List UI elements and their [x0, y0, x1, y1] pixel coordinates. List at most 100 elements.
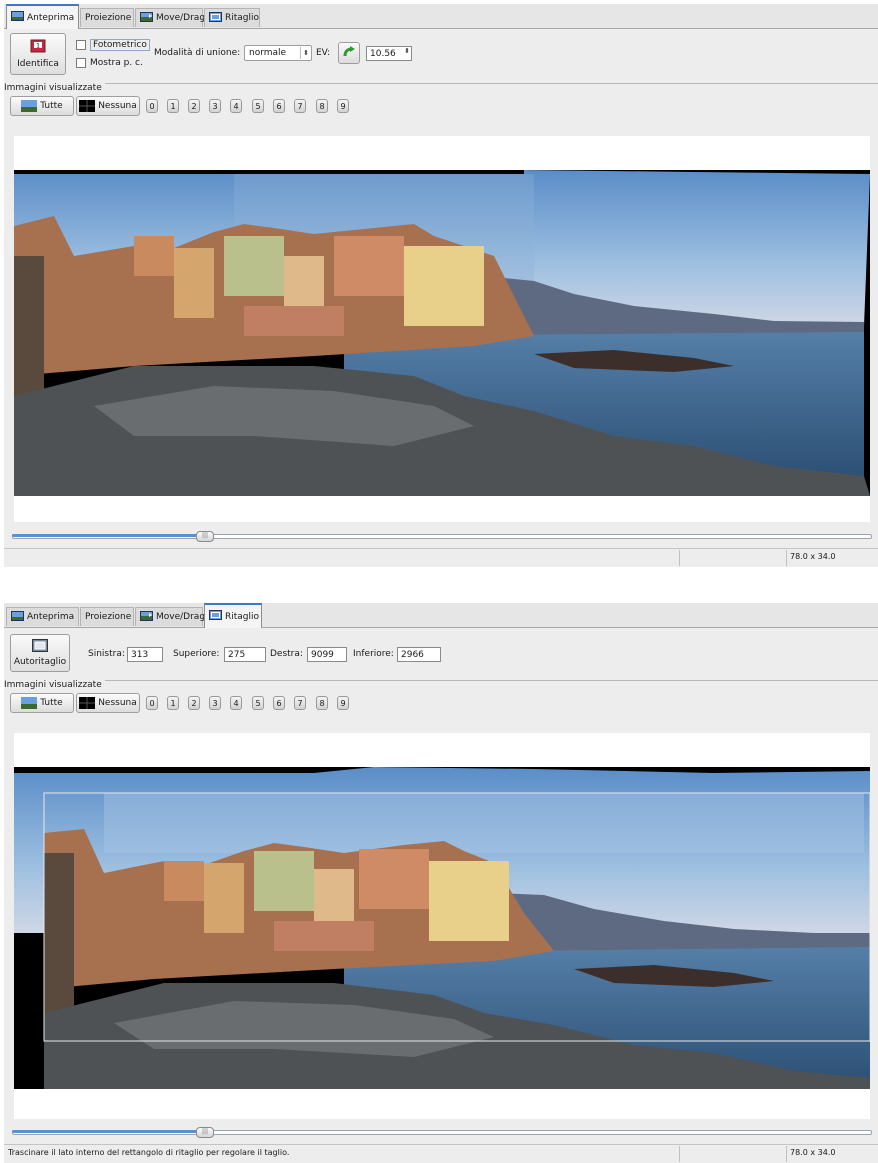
blend-mode-select[interactable]: normale ⬍: [244, 45, 312, 61]
status-message: Trascinare il lato interno del rettangol…: [8, 1148, 290, 1157]
tab-move-drag[interactable]: Move/Drag: [135, 607, 205, 626]
tab-label: Anteprima: [27, 12, 75, 23]
crop-top-label: Superiore:: [173, 649, 220, 659]
show-all-button[interactable]: Tutte: [10, 96, 74, 116]
slider-fill: [12, 534, 202, 537]
image-toggle-5[interactable]: 5: [252, 696, 264, 710]
tab-anteprima[interactable]: Anteprima: [6, 607, 79, 626]
show-none-button[interactable]: Nessuna: [76, 96, 140, 116]
identify-label: Identifica: [17, 59, 59, 69]
slider-thumb[interactable]: |||: [196, 531, 214, 542]
preview-window-top: Anteprima Proiezione Move/Drag Ritaglio …: [4, 4, 878, 567]
image-toggle-7[interactable]: 7: [294, 99, 306, 113]
crop-toolbar: Autoritaglio Sinistra: 313 Superiore: 27…: [4, 628, 878, 678]
preview-icon: [11, 11, 24, 24]
image-toggle-8[interactable]: 8: [316, 99, 328, 113]
image-toggle-3[interactable]: 3: [209, 99, 221, 113]
tab-label: Ritaglio: [225, 13, 260, 23]
image-toggle-6[interactable]: 6: [273, 99, 285, 113]
checkbox-box[interactable]: [76, 58, 86, 68]
tab-anteprima[interactable]: Anteprima: [6, 4, 79, 29]
crop-bottom-value: 2966: [401, 649, 424, 660]
status-divider: [786, 1146, 787, 1162]
show-all-label: Tutte: [40, 101, 63, 111]
tab-label: Proiezione: [85, 612, 132, 622]
autocrop-button[interactable]: Autoritaglio: [10, 634, 70, 672]
panorama-image: [14, 733, 870, 1119]
crop-icon: [209, 11, 222, 25]
image-toggle-6[interactable]: 6: [273, 696, 285, 710]
crop-right-field[interactable]: 9099: [307, 647, 347, 662]
preview-icon: [11, 610, 24, 624]
image-toggle-0[interactable]: 0: [146, 696, 158, 710]
crop-right-label: Destra:: [270, 649, 303, 659]
image-toggle-7[interactable]: 7: [294, 696, 306, 710]
photometric-checkbox[interactable]: Fotometrico: [76, 39, 150, 51]
image-toggle-2[interactable]: 2: [188, 696, 200, 710]
identify-icon: 1: [30, 39, 46, 56]
image-toggle-9[interactable]: 9: [337, 696, 349, 710]
checkbox-box[interactable]: [76, 40, 86, 50]
show-none-label: Nessuna: [98, 698, 137, 708]
image-toggle-5[interactable]: 5: [252, 99, 264, 113]
crop-top-field[interactable]: 275: [224, 647, 266, 662]
photometric-label: Fotometrico: [90, 39, 150, 51]
ev-value: 10.56: [370, 48, 396, 59]
move-icon: [140, 11, 153, 25]
show-cp-checkbox[interactable]: Mostra p. c.: [76, 58, 143, 68]
no-images-icon: [79, 697, 96, 709]
all-images-icon: [21, 697, 38, 709]
image-toggle-3[interactable]: 3: [209, 696, 221, 710]
image-toggle-1[interactable]: 1: [167, 696, 179, 710]
slider-thumb[interactable]: |||: [196, 1127, 214, 1138]
tab-proiezione[interactable]: Proiezione: [80, 8, 134, 27]
displayed-images-section: Immagini visualizzate Tutte Nessuna 0 1 …: [4, 680, 878, 717]
blend-mode-label: Modalità di unione:: [154, 48, 241, 58]
crop-right-value: 9099: [311, 649, 334, 660]
crop-preview-canvas[interactable]: [14, 733, 870, 1119]
spin-arrows-icon: ⬍: [300, 47, 309, 59]
preview-window-bottom: Anteprima Proiezione Move/Drag Ritaglio …: [4, 603, 878, 1163]
image-toggle-9[interactable]: 9: [337, 99, 349, 113]
zoom-slider[interactable]: |||: [12, 1127, 872, 1138]
preview-toolbar: 1 Identifica Fotometrico Mostra p. c. Mo…: [4, 29, 878, 81]
image-toggle-4[interactable]: 4: [230, 696, 242, 710]
image-toggle-1[interactable]: 1: [167, 99, 179, 113]
move-icon: [140, 610, 153, 624]
zoom-slider[interactable]: |||: [12, 531, 872, 542]
blend-mode-value: normale: [249, 48, 287, 58]
image-toggle-2[interactable]: 2: [188, 99, 200, 113]
panorama-image: [14, 136, 870, 522]
tab-move-drag[interactable]: Move/Drag: [135, 8, 206, 27]
image-toggle-4[interactable]: 4: [230, 99, 242, 113]
tab-label: Move/Drag: [156, 13, 206, 23]
crop-bottom-field[interactable]: 2966: [397, 647, 441, 662]
status-bar: 78.0 x 34.0: [4, 548, 878, 567]
crop-left-value: 313: [131, 649, 149, 660]
displayed-images-title: Immagini visualizzate: [4, 680, 105, 690]
ev-spinbox[interactable]: 10.56 ⬍: [366, 46, 412, 61]
show-all-button[interactable]: Tutte: [10, 693, 74, 713]
autocrop-label: Autoritaglio: [13, 657, 67, 667]
image-toggle-8[interactable]: 8: [316, 696, 328, 710]
tab-label: Proiezione: [85, 13, 132, 23]
crop-left-field[interactable]: 313: [127, 647, 163, 662]
all-images-icon: [21, 100, 38, 112]
crop-left-label: Sinistra:: [88, 649, 125, 659]
autocrop-icon: [32, 639, 48, 655]
tab-label: Ritaglio: [225, 611, 260, 622]
spin-arrows-icon[interactable]: ⬍: [404, 47, 410, 55]
image-toggle-0[interactable]: 0: [146, 99, 158, 113]
tab-ritaglio[interactable]: Ritaglio: [204, 603, 262, 628]
show-none-button[interactable]: Nessuna: [76, 693, 140, 713]
panorama-preview-canvas[interactable]: [14, 136, 870, 522]
slider-fill: [12, 1130, 202, 1133]
tab-ritaglio[interactable]: Ritaglio: [204, 8, 260, 27]
identify-button[interactable]: 1 Identifica: [10, 33, 66, 75]
crop-icon: [209, 610, 222, 623]
reset-ev-button[interactable]: [338, 42, 360, 64]
no-images-icon: [79, 100, 96, 112]
status-dimensions: 78.0 x 34.0: [790, 552, 836, 561]
tab-proiezione[interactable]: Proiezione: [80, 607, 134, 626]
crop-top-value: 275: [228, 649, 246, 660]
